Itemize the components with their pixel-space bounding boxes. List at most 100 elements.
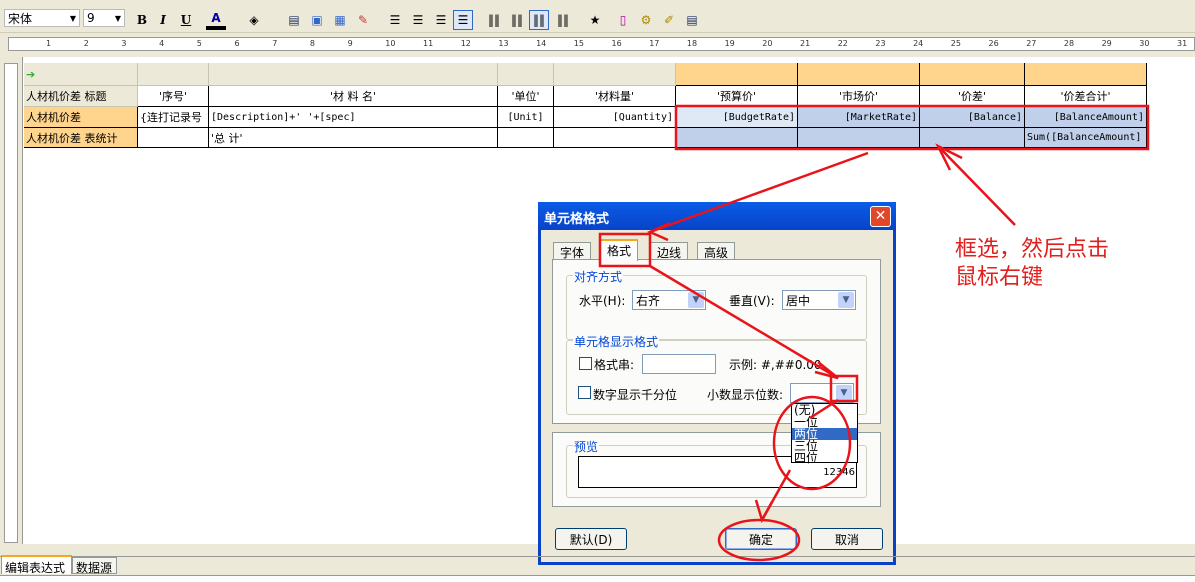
- align-justify-icon[interactable]: ☰: [386, 10, 404, 30]
- grid-icon[interactable]: ▦: [331, 10, 349, 30]
- edit-icon[interactable]: ✐: [660, 10, 678, 30]
- underline-button[interactable]: U: [178, 10, 194, 30]
- table-cell[interactable]: '材 料 名': [209, 86, 498, 107]
- table-cell[interactable]: '预算价': [676, 86, 798, 107]
- default-button[interactable]: 默认(D): [555, 528, 627, 550]
- table-cell[interactable]: [BudgetRate]: [676, 107, 798, 128]
- decimals-label: 小数显示位数:: [707, 388, 784, 402]
- column-header[interactable]: [676, 63, 798, 86]
- format-tab-panel: 对齐方式 水平(H): 右齐 ▼ 垂直(V): 居中 ▼ 单元格显示格式 格式串: …: [552, 259, 881, 424]
- star-icon[interactable]: ★: [586, 10, 604, 30]
- valign-middle-icon[interactable]: ‖‖: [508, 10, 526, 30]
- table-cell[interactable]: [BalanceAmount]: [1025, 107, 1147, 128]
- tab-border[interactable]: 边线: [650, 242, 689, 260]
- table-cell[interactable]: '价差合计': [1025, 86, 1147, 107]
- table-cell[interactable]: '材料量': [554, 86, 676, 107]
- column-header[interactable]: [498, 63, 554, 86]
- valign-bottom-icon[interactable]: ‖‖: [554, 10, 572, 30]
- decimals-dropdown-list: (无) 一位 两位 三位 四位: [791, 403, 858, 464]
- valign-center-icon[interactable]: ‖‖: [529, 10, 549, 30]
- row-band-label[interactable]: 人材机价差 标题: [24, 86, 138, 107]
- table-cell[interactable]: [MarketRate]: [798, 107, 920, 128]
- thousands-checkbox[interactable]: [578, 386, 591, 399]
- expression-editor[interactable]: [0, 575, 1195, 582]
- table-cell[interactable]: [Description]+' '+[spec]: [209, 107, 498, 128]
- ruler-tick-label: 29: [1101, 39, 1112, 48]
- decimals-select[interactable]: ▼: [790, 383, 854, 403]
- align-center-icon[interactable]: ☰: [432, 10, 450, 30]
- align-left-icon[interactable]: ☰: [409, 10, 427, 30]
- table-cell[interactable]: [498, 128, 554, 148]
- table-cell[interactable]: [920, 128, 1025, 148]
- vertical-select[interactable]: 居中 ▼: [782, 290, 856, 310]
- close-icon[interactable]: ✕: [870, 206, 891, 227]
- row-band-label[interactable]: 人材机价差: [24, 107, 138, 128]
- ruler-tick-label: 30: [1139, 39, 1150, 48]
- format-example: 示例: #,##0.00: [729, 358, 822, 372]
- table-cell[interactable]: [798, 128, 920, 148]
- column-header[interactable]: [138, 63, 209, 86]
- tab-data-source[interactable]: 数据源: [72, 557, 117, 575]
- column-header[interactable]: [209, 63, 498, 86]
- ruler-tick-label: 12: [460, 39, 471, 48]
- format-string-checkbox[interactable]: [579, 357, 592, 370]
- chevron-down-icon: ▼: [69, 13, 76, 23]
- table-cell[interactable]: '市场价': [798, 86, 920, 107]
- font-select[interactable]: 宋体 ▼: [4, 9, 80, 27]
- format-string-input[interactable]: [642, 354, 716, 374]
- tab-advanced[interactable]: 高级: [697, 242, 736, 260]
- font-size-select[interactable]: 9 ▼: [83, 9, 125, 27]
- ruler-tick-label: 9: [347, 39, 353, 48]
- align-right-icon[interactable]: ☰: [453, 10, 473, 30]
- ok-button[interactable]: 确定: [725, 528, 797, 550]
- ruler-tick-label: 1: [46, 39, 52, 48]
- column-header[interactable]: [1025, 63, 1147, 86]
- ruler-tick-label: 8: [309, 39, 315, 48]
- table-cell[interactable]: {连打记录号: [138, 107, 209, 128]
- column-header[interactable]: [920, 63, 1025, 86]
- vertical-label: 垂直(V):: [729, 294, 775, 308]
- column-header[interactable]: [798, 63, 920, 86]
- font-color-button[interactable]: A: [206, 10, 226, 30]
- ruler-tick-label: 27: [1026, 39, 1037, 48]
- table-cell[interactable]: [Balance]: [920, 107, 1025, 128]
- horizontal-value: 右齐: [636, 294, 661, 308]
- merge-cells-icon[interactable]: ▤: [285, 10, 303, 30]
- valign-top-icon[interactable]: ‖‖: [485, 10, 503, 30]
- table-cell[interactable]: [676, 128, 798, 148]
- corner-cell[interactable]: ➔: [24, 63, 138, 86]
- tab-font[interactable]: 字体: [553, 242, 592, 260]
- tab-edit-expression[interactable]: 编辑表达式: [1, 555, 72, 575]
- cancel-button[interactable]: 取消: [811, 528, 883, 550]
- table-cell[interactable]: [Quantity]: [554, 107, 676, 128]
- ruler-tick-label: 11: [423, 39, 434, 48]
- column-header[interactable]: [554, 63, 676, 86]
- border-icon[interactable]: ▣: [308, 10, 326, 30]
- page-icon[interactable]: ▯: [614, 10, 632, 30]
- settings-icon[interactable]: ⚙: [637, 10, 655, 30]
- tab-format[interactable]: 格式: [600, 239, 639, 261]
- row-band-label[interactable]: 人材机价差 表统计: [24, 128, 138, 148]
- chevron-down-icon: ▼: [836, 385, 852, 401]
- ruler-tick-label: 21: [800, 39, 811, 48]
- horizontal-label: 水平(H):: [579, 294, 626, 308]
- clear-format-icon[interactable]: ✎: [354, 10, 372, 30]
- ruler-tick-label: 7: [272, 39, 278, 48]
- bold-button[interactable]: B: [134, 10, 150, 30]
- table-cell[interactable]: [138, 128, 209, 148]
- table-cell[interactable]: [Unit]: [498, 107, 554, 128]
- table-cell[interactable]: '总 计': [209, 128, 498, 148]
- table-cell[interactable]: '序号': [138, 86, 209, 107]
- vertical-ruler: [4, 63, 18, 543]
- horizontal-select[interactable]: 右齐 ▼: [632, 290, 706, 310]
- table-cell[interactable]: [554, 128, 676, 148]
- report-icon[interactable]: ▤: [683, 10, 701, 30]
- fill-color-icon[interactable]: ◈: [244, 10, 264, 30]
- italic-button[interactable]: I: [155, 10, 171, 30]
- annotation-line-2: 鼠标右键: [955, 265, 1044, 290]
- table-cell[interactable]: '单位': [498, 86, 554, 107]
- table-cell[interactable]: '价差': [920, 86, 1025, 107]
- table-cell[interactable]: Sum([BalanceAmount]: [1025, 128, 1147, 148]
- decimals-option[interactable]: 四位: [792, 452, 857, 464]
- ruler-tick-label: 22: [837, 39, 848, 48]
